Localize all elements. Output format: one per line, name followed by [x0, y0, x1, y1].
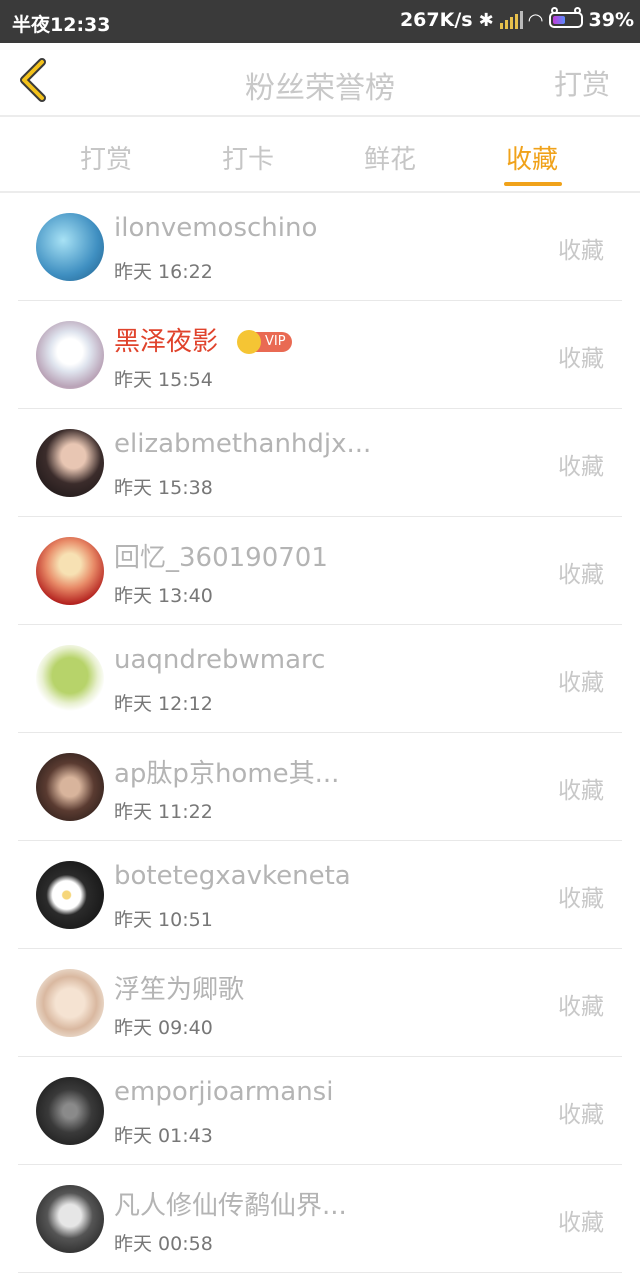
avatar	[36, 1077, 104, 1145]
user-name: 回忆_360190701	[114, 543, 328, 573]
user-name: 黑泽夜影	[114, 327, 219, 357]
avatar	[36, 429, 104, 497]
avatar	[36, 861, 104, 929]
avatar	[36, 969, 104, 1037]
list-item[interactable]: 凡人修仙传鹬仙界... 昨天 00:58 收藏	[0, 1165, 640, 1273]
active-tab-indicator	[504, 182, 562, 186]
favorite-label: 收藏	[558, 778, 604, 804]
list-item[interactable]: ilonvemoschino 昨天 16:22 收藏	[0, 193, 640, 301]
avatar	[36, 753, 104, 821]
user-name: elizabmethanhdjx...	[114, 429, 372, 459]
list-item[interactable]: ap肽p京home其... 昨天 11:22 收藏	[0, 733, 640, 841]
vip-badge: VIP	[237, 330, 292, 354]
status-right: 267K/s ✱ ◠ 39%	[399, 7, 634, 31]
user-name: 浮笙为卿歌	[114, 975, 245, 1005]
avatar	[36, 537, 104, 605]
status-bar: 半夜12:33 267K/s ✱ ◠ 39%	[0, 0, 640, 43]
list-item[interactable]: 回忆_360190701 昨天 13:40 收藏	[0, 517, 640, 625]
tab-reward[interactable]: 打赏	[80, 139, 132, 176]
timestamp: 昨天 15:54	[114, 369, 213, 391]
list-item[interactable]: uaqndrebwmarc 昨天 12:12 收藏	[0, 625, 640, 733]
favorite-label: 收藏	[558, 1210, 604, 1236]
favorite-label: 收藏	[558, 886, 604, 912]
battery-icon	[548, 7, 583, 28]
timestamp: 昨天 15:38	[114, 477, 213, 499]
tab-checkin[interactable]: 打卡	[222, 139, 274, 176]
status-time: 半夜12:33	[12, 14, 111, 36]
avatar	[36, 213, 104, 281]
user-name: emporjioarmansi	[114, 1077, 334, 1107]
timestamp: 昨天 01:43	[114, 1125, 213, 1147]
favorite-label: 收藏	[558, 670, 604, 696]
battery-percent: 39%	[588, 9, 634, 31]
page-title: 粉丝荣誉榜	[245, 71, 395, 106]
user-name: botetegxavkeneta	[114, 861, 351, 891]
tab-bar: 打赏 打卡 鲜花 收藏	[0, 117, 640, 193]
timestamp: 昨天 09:40	[114, 1017, 213, 1039]
nav-bar: 粉丝荣誉榜 打赏	[0, 43, 640, 117]
tab-flowers[interactable]: 鲜花	[364, 139, 416, 176]
bluetooth-icon: ✱	[478, 9, 494, 31]
user-name: ilonvemoschino	[114, 213, 318, 243]
divider	[18, 1272, 622, 1273]
network-speed: 267K/s	[399, 9, 473, 31]
timestamp: 昨天 13:40	[114, 585, 213, 607]
timestamp: 昨天 12:12	[114, 693, 213, 715]
user-name: uaqndrebwmarc	[114, 645, 326, 675]
signal-icon	[499, 11, 523, 29]
avatar	[36, 645, 104, 713]
fan-list: ilonvemoschino 昨天 16:22 收藏 黑泽夜影 VIP 昨天 1…	[0, 193, 640, 1273]
user-name: 凡人修仙传鹬仙界...	[114, 1191, 347, 1221]
timestamp: 昨天 00:58	[114, 1233, 213, 1255]
crown-icon	[237, 330, 261, 354]
favorite-label: 收藏	[558, 454, 604, 480]
user-name: ap肽p京home其...	[114, 759, 340, 789]
favorite-label: 收藏	[558, 346, 604, 372]
timestamp: 昨天 11:22	[114, 801, 213, 823]
favorite-label: 收藏	[558, 1102, 604, 1128]
avatar	[36, 1185, 104, 1253]
favorite-label: 收藏	[558, 562, 604, 588]
timestamp: 昨天 10:51	[114, 909, 213, 931]
list-item[interactable]: botetegxavkeneta 昨天 10:51 收藏	[0, 841, 640, 949]
favorite-label: 收藏	[558, 238, 604, 264]
list-item[interactable]: elizabmethanhdjx... 昨天 15:38 收藏	[0, 409, 640, 517]
favorite-label: 收藏	[558, 994, 604, 1020]
timestamp: 昨天 16:22	[114, 261, 213, 283]
avatar	[36, 321, 104, 389]
list-item[interactable]: 黑泽夜影 VIP 昨天 15:54 收藏	[0, 301, 640, 409]
wifi-icon: ◠	[528, 9, 543, 31]
list-item[interactable]: emporjioarmansi 昨天 01:43 收藏	[0, 1057, 640, 1165]
reward-button[interactable]: 打赏	[554, 63, 610, 103]
tab-favorites[interactable]: 收藏	[506, 139, 558, 176]
list-item[interactable]: 浮笙为卿歌 昨天 09:40 收藏	[0, 949, 640, 1057]
